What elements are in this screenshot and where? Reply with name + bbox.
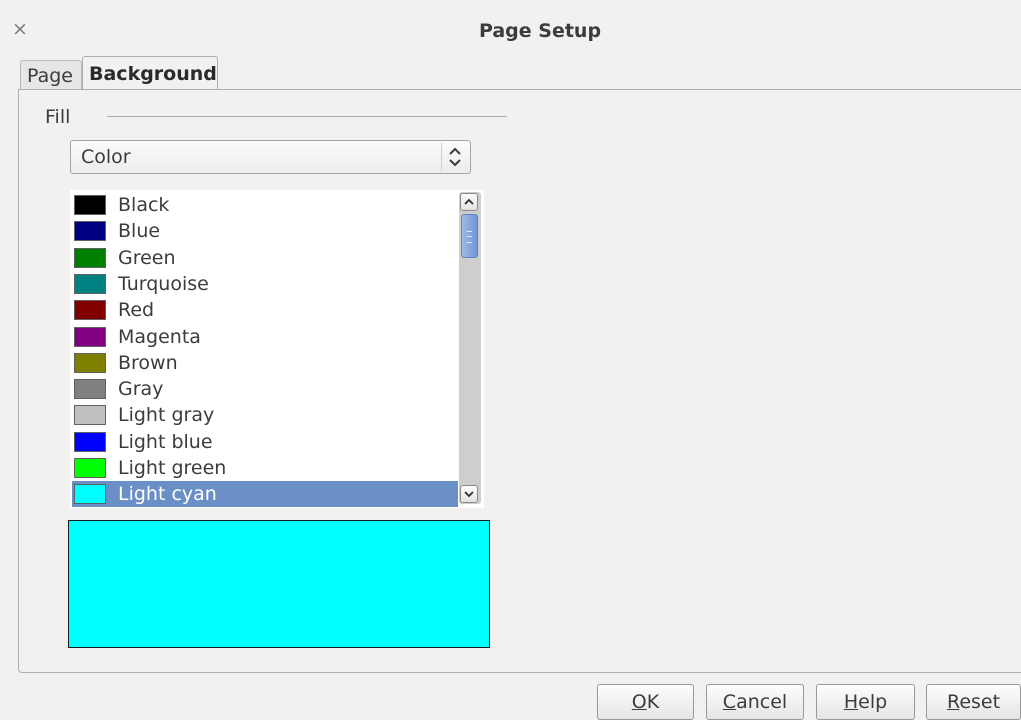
color-list-item[interactable]: Light gray: [72, 402, 458, 428]
tab-page[interactable]: Page: [20, 60, 82, 90]
scroll-up-button[interactable]: [460, 193, 478, 211]
cancel-label-rest: ancel: [736, 691, 788, 713]
color-list-item[interactable]: Brown: [72, 350, 458, 376]
fill-type-value: Color: [81, 146, 131, 168]
color-swatch: [74, 352, 106, 373]
color-list-item[interactable]: Magenta: [72, 324, 458, 350]
chevron-down-icon: [464, 491, 474, 498]
color-list-scrollbar[interactable]: [459, 192, 481, 504]
color-swatch: [74, 300, 106, 321]
color-name: Light cyan: [118, 483, 217, 506]
title-bar: × Page Setup: [0, 0, 1021, 56]
color-swatch: [74, 326, 106, 347]
color-name: Gray: [118, 378, 164, 401]
color-list-item[interactable]: Green: [72, 245, 458, 271]
color-swatch: [74, 458, 106, 478]
cancel-mnemonic: C: [722, 691, 737, 713]
color-list[interactable]: Light cyan Light green Light blue Light gra…: [70, 190, 484, 508]
fill-section-divider: [107, 116, 507, 117]
fill-section-label: Fill: [45, 106, 71, 128]
color-name: Light blue: [118, 430, 213, 453]
color-swatch: [74, 273, 106, 294]
background-tab-panel: Fill Color Light cyan Light green Light bl…: [18, 89, 1021, 673]
color-name: Light gray: [118, 404, 215, 427]
color-list-item[interactable]: Gray: [72, 376, 458, 402]
dialog-title: Page Setup: [478, 20, 602, 42]
scroll-thumb[interactable]: [461, 214, 478, 258]
color-name: Red: [118, 299, 155, 322]
color-list-item[interactable]: Turquoise: [72, 271, 458, 297]
color-name: Light green: [118, 457, 227, 479]
help-mnemonic: H: [843, 691, 859, 713]
color-swatch: [74, 247, 106, 268]
color-swatch: [74, 379, 106, 400]
reset-button[interactable]: Reset: [926, 684, 1021, 720]
reset-label-rest: eset: [959, 691, 1001, 713]
ok-button[interactable]: OK: [597, 684, 694, 720]
color-name: Turquoise: [118, 272, 209, 295]
select-updown-icon: [441, 143, 468, 171]
color-list-item[interactable]: Blue: [72, 218, 458, 244]
scroll-down-button[interactable]: [460, 485, 478, 503]
color-swatch: [74, 431, 106, 452]
color-name: Magenta: [118, 325, 201, 348]
color-name: Blue: [118, 220, 161, 243]
page-setup-dialog: × Page Setup Page Background Fill Color …: [0, 0, 1021, 720]
fill-type-select[interactable]: Color: [70, 140, 471, 174]
color-list-item[interactable]: Light green: [72, 455, 458, 481]
color-name: Brown: [118, 351, 178, 374]
help-label-rest: elp: [858, 691, 888, 713]
ok-mnemonic: O: [631, 691, 647, 713]
color-name: Green: [118, 246, 176, 269]
help-button[interactable]: Help: [816, 684, 915, 720]
color-name: Black: [118, 194, 170, 216]
color-list-item[interactable]: Light blue: [72, 429, 458, 455]
color-swatch: [74, 195, 106, 215]
color-swatch: [74, 221, 106, 242]
color-list-item[interactable]: Light cyan: [72, 481, 458, 508]
chevron-up-icon: [464, 198, 474, 205]
cancel-button[interactable]: Cancel: [706, 684, 804, 720]
color-list-item[interactable]: Red: [72, 297, 458, 323]
color-swatch: [74, 484, 106, 505]
tab-background[interactable]: Background: [82, 56, 218, 90]
fill-preview: [68, 520, 490, 648]
ok-label-rest: K: [646, 691, 660, 713]
reset-mnemonic: R: [946, 691, 960, 713]
color-swatch: [74, 405, 106, 426]
color-list-item[interactable]: Black: [72, 192, 458, 218]
grip-icon: [467, 231, 472, 243]
